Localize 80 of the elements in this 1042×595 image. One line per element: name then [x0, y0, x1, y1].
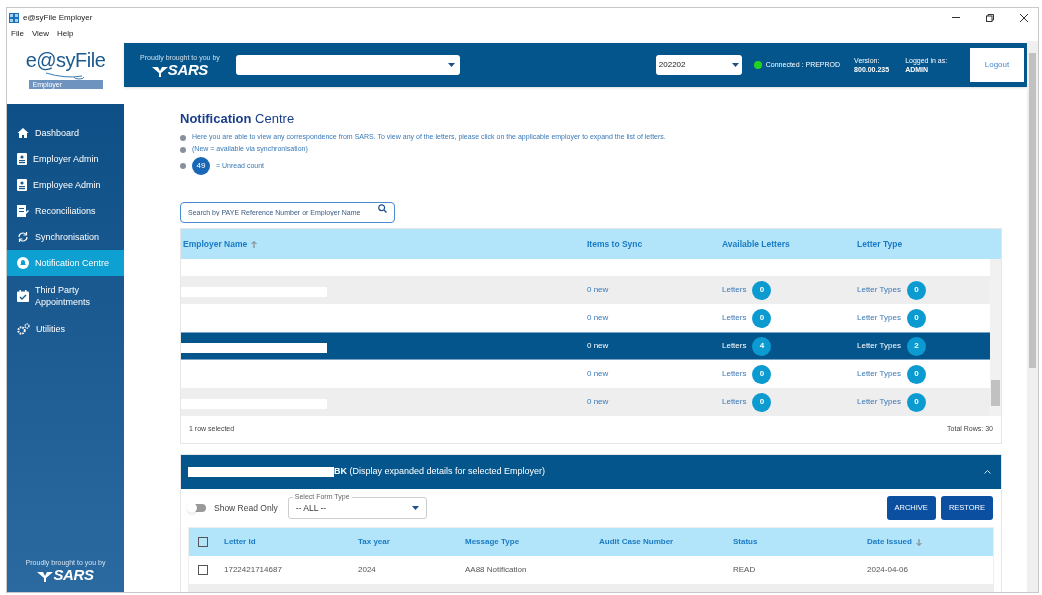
toggle-switch[interactable]: [188, 504, 206, 512]
sidebar-item[interactable]: Dashboard: [7, 120, 124, 146]
table-row[interactable]: 0 new Letters 4 Letter Types 2: [181, 332, 991, 360]
restore-icon[interactable]: [986, 13, 994, 22]
sort-down-icon: [915, 538, 922, 546]
table-cell: Letters: [722, 312, 747, 324]
table-cell: Letter Types: [857, 396, 901, 408]
table-row[interactable]: 0 new Letters 0 Letter Types 0: [181, 276, 991, 304]
sidebar-item[interactable]: Synchronisation: [7, 224, 124, 250]
menu-item[interactable]: View: [31, 28, 50, 40]
sidebar-item[interactable]: Employee Admin: [7, 172, 124, 198]
calendar-icon: [17, 290, 29, 302]
sidebar-item[interactable]: Third Party Appointments: [7, 276, 124, 316]
table-cell-text: 1722421714687: [224, 564, 283, 576]
table-cell: Letter Types: [857, 312, 901, 324]
logout-button[interactable]: Logout: [970, 48, 1024, 82]
table-cell-text: AA88 Notification: [465, 564, 528, 576]
table-cell: Letter Types: [857, 368, 901, 380]
toggle-label: Show Read Only: [214, 501, 278, 515]
menu-item[interactable]: Help: [57, 28, 74, 40]
row-checkbox[interactable]: [198, 565, 208, 575]
table-cell-text: 0 new: [587, 340, 610, 352]
table-cell: Letter Types: [857, 284, 901, 296]
select-all-checkbox[interactable]: [198, 537, 208, 547]
id-card-icon: [17, 179, 27, 191]
menu-item[interactable]: File: [11, 28, 24, 40]
table-cell-text: 2024: [358, 564, 377, 576]
panel-header[interactable]: BK (Display expanded details for selected Employer): [181, 455, 1001, 489]
table-cell: Letter Types: [857, 340, 901, 352]
period-dropdown[interactable]: 202202: [655, 55, 742, 75]
table-cell-text: READ: [733, 564, 757, 576]
app-icon: [9, 12, 19, 23]
sidebar-item[interactable]: Employer Admin: [7, 146, 124, 172]
panel-title: BK (Display expanded details for selected Employer): [334, 465, 546, 479]
dropdown-caret-icon: [411, 506, 419, 510]
close-icon[interactable]: [1020, 13, 1028, 22]
sars-logo-icon: [37, 572, 54, 582]
sort-up-icon: [251, 240, 258, 248]
count-badge: 0: [752, 280, 772, 300]
count-badge: 4: [752, 336, 772, 356]
table-cell: 2024-04-06: [867, 564, 908, 576]
count-badge: 0: [906, 364, 926, 384]
table-cell: Letters: [722, 340, 747, 352]
home-icon: [17, 127, 29, 139]
count-badge: 0: [906, 280, 926, 300]
table-cell: Letters: [722, 368, 747, 380]
count-badge: 2: [906, 336, 926, 356]
sars-logo-icon: [151, 66, 168, 77]
sync-icon: [17, 231, 29, 243]
sidebar-item[interactable]: Reconciliations: [7, 198, 124, 224]
table-cell-text: 0 new: [587, 312, 610, 324]
gears-icon: [17, 323, 30, 335]
table-row[interactable]: 0 new Letters 0 Letter Types 0: [181, 388, 991, 416]
page-title: Notification Centre: [180, 111, 295, 126]
dropdown-caret-icon: [447, 63, 455, 67]
table-cell-text: 0 new: [587, 284, 610, 296]
count-badge: 0: [906, 308, 926, 328]
unread-count-badge: 49: [192, 157, 210, 175]
count-badge: 0: [752, 364, 772, 384]
table-cell: Letters: [722, 284, 747, 296]
table-cell: Letters: [722, 396, 747, 408]
bell-icon: [17, 257, 29, 269]
page-scrollbar[interactable]: [1027, 41, 1038, 592]
app-logo: e@syFile: [25, 49, 106, 71]
search-icon: [378, 204, 387, 213]
chevron-up-icon[interactable]: [984, 470, 991, 474]
document-icon: [17, 205, 29, 217]
table-cell-text: 0 new: [587, 396, 610, 408]
sars-logo-text: SARS: [53, 567, 94, 582]
count-badge: 0: [752, 392, 772, 412]
dropdown-caret-icon: [731, 63, 739, 67]
count-badge: 0: [906, 392, 926, 412]
count-badge: 0: [752, 308, 772, 328]
scrollbar[interactable]: [990, 259, 1001, 416]
id-card-icon: [17, 153, 27, 165]
sars-logo-text: SARS: [167, 61, 208, 77]
sidebar-item[interactable]: Utilities: [7, 316, 124, 342]
window-title: e@syFile Employer: [23, 11, 93, 24]
info-icon: [180, 163, 186, 169]
table-cell-text: 0 new: [587, 368, 610, 380]
